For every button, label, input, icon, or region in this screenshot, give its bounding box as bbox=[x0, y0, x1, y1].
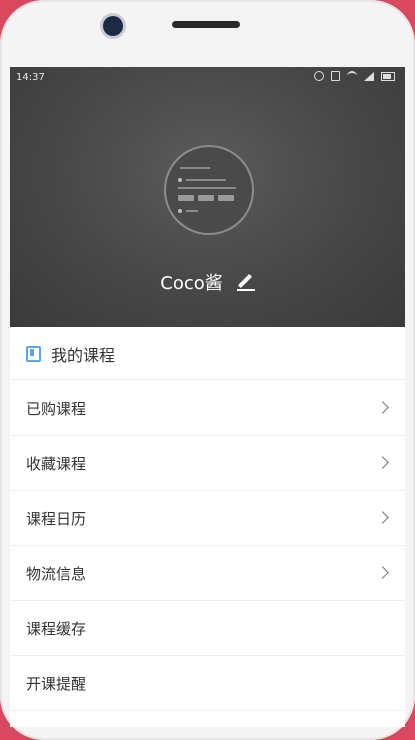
status-time: 14:37 bbox=[16, 72, 45, 83]
chevron-right-icon bbox=[376, 511, 389, 524]
notification-icon bbox=[331, 71, 340, 81]
menu-item-label: 课程缓存 bbox=[26, 619, 87, 638]
battery-icon bbox=[381, 71, 395, 81]
chevron-right-icon bbox=[376, 401, 389, 414]
menu-item-reminder[interactable]: 开课提醒 bbox=[10, 656, 405, 711]
avatar[interactable] bbox=[164, 145, 254, 235]
book-icon bbox=[26, 346, 41, 362]
menu-item-calendar[interactable]: 课程日历 bbox=[10, 491, 405, 546]
wifi-icon bbox=[347, 71, 357, 81]
avatar-detail bbox=[180, 167, 210, 169]
status-bar: 14:37 bbox=[10, 67, 405, 89]
status-icons bbox=[314, 71, 395, 81]
avatar-detail bbox=[178, 178, 182, 182]
menu-item-label: 开课提醒 bbox=[26, 674, 87, 693]
avatar-detail bbox=[178, 209, 182, 213]
menu-item-label: 物流信息 bbox=[26, 564, 87, 583]
menu-item-label: 收藏课程 bbox=[26, 454, 87, 473]
username: Coco酱 bbox=[160, 273, 223, 294]
earpiece-speaker bbox=[172, 21, 240, 28]
menu-item-logistics[interactable]: 物流信息 bbox=[10, 546, 405, 601]
pencil-base bbox=[236, 289, 255, 291]
front-camera bbox=[103, 16, 123, 36]
avatar-detail bbox=[186, 210, 198, 212]
avatar-detail bbox=[198, 195, 214, 201]
section-title: 我的课程 bbox=[51, 346, 116, 365]
username-row: Coco酱 bbox=[10, 267, 405, 297]
signal-icon bbox=[364, 71, 374, 81]
section-header: 我的课程 bbox=[10, 329, 405, 380]
edit-icon[interactable] bbox=[236, 273, 255, 291]
avatar-detail bbox=[178, 187, 236, 189]
app-screen: 14:37 Coco酱 我的课程 已购课程 收藏课程 课程日历 物流信息 课程缓… bbox=[10, 67, 405, 727]
avatar-detail bbox=[186, 179, 226, 181]
chevron-right-icon bbox=[376, 456, 389, 469]
menu-item-cache[interactable]: 课程缓存 bbox=[10, 601, 405, 656]
pencil-shape bbox=[237, 273, 252, 289]
chevron-right-icon bbox=[376, 566, 389, 579]
avatar-detail bbox=[218, 195, 234, 201]
menu-item-label: 课程日历 bbox=[26, 509, 87, 528]
menu-item-label: 已购课程 bbox=[26, 399, 87, 418]
course-menu: 已购课程 收藏课程 课程日历 物流信息 课程缓存 开课提醒 bbox=[10, 381, 405, 711]
alarm-icon bbox=[314, 71, 324, 81]
phone-frame: 14:37 Coco酱 我的课程 已购课程 收藏课程 课程日历 物流信息 课程缓… bbox=[0, 0, 415, 740]
menu-item-favorites[interactable]: 收藏课程 bbox=[10, 436, 405, 491]
menu-item-purchased[interactable]: 已购课程 bbox=[10, 381, 405, 436]
avatar-detail bbox=[178, 195, 194, 201]
profile-header: 14:37 Coco酱 bbox=[10, 67, 405, 327]
